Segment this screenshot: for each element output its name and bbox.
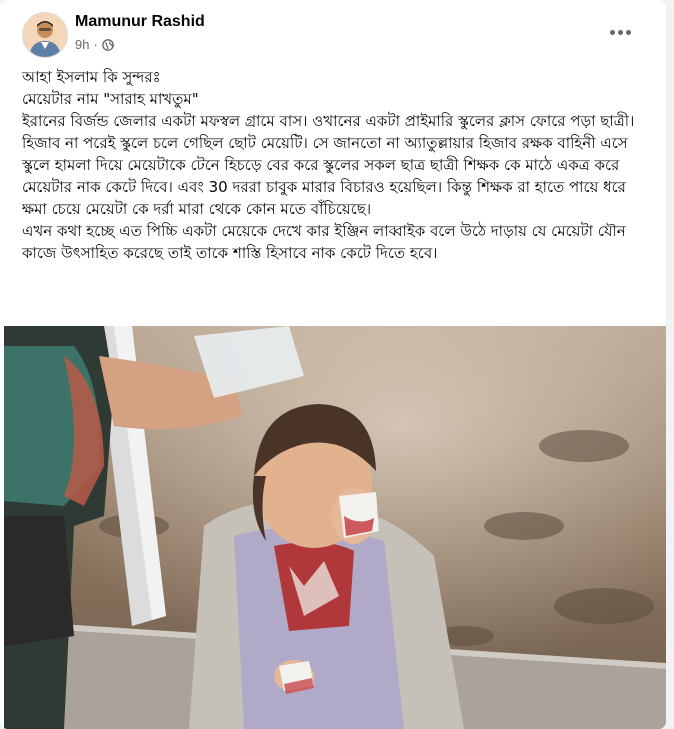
post-text-line: ইরানের বির্জন্ড জেলার একটা মফস্বল গ্রামে… — [22, 112, 635, 130]
post-text-line: আহা ইসলাম কি সুন্দরঃ — [22, 68, 161, 86]
post-text-line: এখন কথা হচ্ছে এত পিচ্চি একটা মেয়েকে দেখ… — [22, 222, 626, 262]
globe-icon[interactable] — [101, 38, 114, 51]
post-header: Mamunur Rashid 9h · — [22, 12, 646, 60]
post-time[interactable]: 9h — [75, 37, 89, 52]
meta-separator: · — [93, 37, 98, 52]
post-photo[interactable] — [4, 326, 666, 729]
post-text-line: হিজাব না পরেই স্কুলে চলে গেছিল ছোট মেয়ে… — [22, 134, 628, 218]
post-text-line: মেয়েটার নাম "সারাহ মাখতুম" — [22, 90, 199, 108]
post-card: Mamunur Rashid 9h · আহা ইসলাম কি সুন্দরঃ… — [0, 0, 666, 729]
post-meta: 9h · — [75, 37, 114, 52]
post-text: আহা ইসলাম কি সুন্দরঃ মেয়েটার নাম "সারাহ… — [22, 66, 652, 264]
photo-image — [4, 326, 666, 729]
more-options-icon[interactable] — [602, 18, 638, 46]
author-avatar[interactable] — [22, 12, 68, 58]
author-name[interactable]: Mamunur Rashid — [75, 13, 205, 31]
avatar-image — [23, 13, 67, 57]
